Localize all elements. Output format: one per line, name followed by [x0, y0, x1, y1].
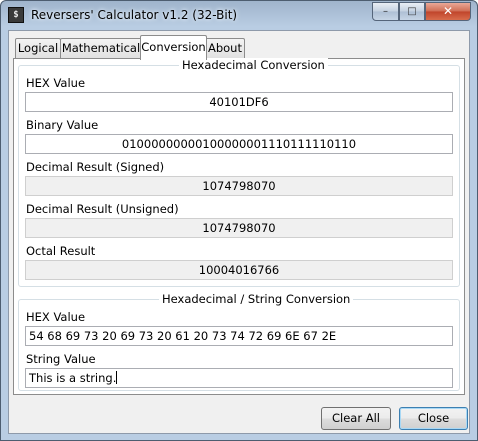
calculator-app-icon[interactable]: $ [8, 7, 24, 23]
octal-result-label: Octal Result [26, 244, 96, 258]
unsigned-result-label: Decimal Result (Unsigned) [26, 202, 179, 216]
text-caret [116, 371, 118, 384]
client-area: Logical Mathematical Conversion About He… [8, 30, 470, 434]
group-title-string-conversion: Hexadecimal / String Conversion [159, 292, 354, 306]
conversion-panel: Hexadecimal Conversion HEX Value 40101DF… [13, 58, 465, 395]
maximize-button[interactable]: □ [399, 2, 425, 21]
string-value-text: This is a string. [29, 371, 117, 385]
hex-value-label: HEX Value [26, 76, 86, 90]
group-title-hex-conversion: Hexadecimal Conversion [179, 58, 328, 72]
string-conversion-group: Hexadecimal / String Conversion HEX Valu… [18, 292, 460, 391]
clear-all-button[interactable]: Clear All [321, 407, 391, 430]
octal-result-field[interactable]: 10004016766 [25, 260, 453, 280]
tab-about[interactable]: About [205, 38, 245, 59]
signed-result-field[interactable]: 1074798070 [25, 176, 453, 196]
hex-conversion-group: Hexadecimal Conversion HEX Value 40101DF… [18, 58, 460, 287]
unsigned-result-field[interactable]: 1074798070 [25, 218, 453, 238]
tab-mathematical[interactable]: Mathematical [60, 38, 142, 59]
close-button[interactable]: Close [399, 407, 468, 430]
window-title: Reversers' Calculator v1.2 (32-Bit) [31, 8, 238, 22]
binary-value-label: Binary Value [26, 118, 99, 132]
signed-result-label: Decimal Result (Signed) [26, 160, 165, 174]
binary-value-input[interactable]: 01000000000100000001110111110110 [25, 134, 453, 154]
title-bar[interactable]: $ Reversers' Calculator v1.2 (32-Bit) – … [1, 1, 477, 29]
tab-conversion[interactable]: Conversion [140, 35, 207, 60]
string-hex-input[interactable]: 54 68 69 73 20 69 73 20 61 20 73 74 72 6… [25, 326, 453, 346]
tab-logical[interactable]: Logical [15, 38, 61, 59]
string-value-input[interactable]: This is a string. [25, 368, 453, 388]
minimize-button[interactable]: – [372, 2, 399, 21]
hex-value-input[interactable]: 40101DF6 [25, 92, 453, 112]
string-hex-label: HEX Value [26, 310, 86, 324]
string-value-label: String Value [26, 352, 96, 366]
app-window: $ Reversers' Calculator v1.2 (32-Bit) – … [0, 0, 478, 441]
close-window-button[interactable]: ✕ [425, 2, 471, 21]
